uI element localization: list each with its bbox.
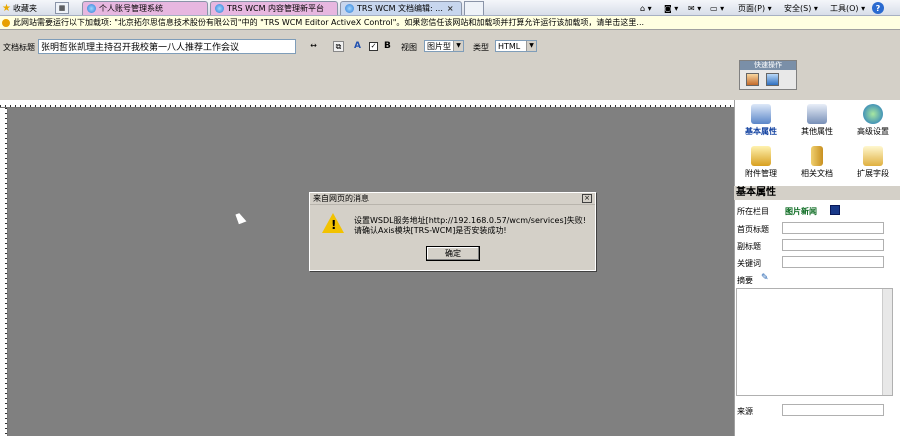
editor-canvas[interactable] — [8, 108, 734, 436]
abstract-textarea[interactable] — [736, 288, 893, 396]
group-title: 快速操作 — [740, 61, 796, 70]
chevron-down-icon: ▼ — [526, 41, 536, 51]
dialog-message: 设置WSDL服务地址[http://192.168.0.57/wcm/servi… — [354, 216, 586, 235]
abstract-scrollbar[interactable] — [882, 289, 892, 395]
type-select-value: HTML — [498, 41, 521, 51]
star-icon: ★ — [2, 2, 11, 14]
column-label: 所在栏目 — [737, 207, 769, 216]
quick-tabs-icon[interactable]: ▦ — [55, 2, 69, 14]
display-select-value: 图片型 — [427, 41, 451, 51]
tools-menu[interactable]: 工具(O) ▾ — [830, 2, 865, 14]
tab-label: 个人账号管理系统 — [99, 4, 163, 13]
feeds-icon[interactable]: ◙ ▾ — [664, 2, 678, 14]
warning-exclamation: ! — [331, 218, 337, 232]
tab-wcm-platform[interactable]: TRS WCM 内容管理新平台 — [210, 1, 338, 15]
tab-label: TRS WCM 内容管理新平台 — [227, 4, 325, 13]
doc-title-label: 文档标题 — [3, 43, 35, 52]
computer-icon — [807, 104, 827, 124]
attachments-tab[interactable]: 附件管理 — [735, 146, 787, 186]
globe-icon — [863, 104, 883, 124]
doc-title-input[interactable] — [38, 39, 296, 54]
book-icon — [811, 146, 823, 166]
column-value[interactable]: 图片新闻 — [785, 206, 817, 217]
monitor-icon — [751, 104, 771, 124]
other-properties-tab[interactable]: 其他属性 — [791, 104, 843, 144]
type-select[interactable]: HTML ▼ — [495, 40, 537, 52]
ie-icon — [345, 4, 354, 13]
subtitle-input[interactable] — [782, 239, 884, 251]
source-label: 来源 — [737, 407, 753, 416]
source-input[interactable] — [782, 404, 884, 416]
print-icon[interactable]: ▭ ▾ — [710, 2, 724, 14]
browser-tabbar: ★ 收藏夹 ▦ 个人账号管理系统 TRS WCM 内容管理新平台 TRS WCM… — [0, 0, 900, 16]
headline-label: 首页标题 — [737, 225, 769, 234]
page-menu[interactable]: 页面(P) ▾ — [738, 2, 772, 14]
format-icon[interactable]: ⧉ — [333, 41, 344, 52]
keywords-label: 关键词 — [737, 259, 761, 268]
abstract-label: 摘要 — [737, 276, 753, 285]
tab-account-system[interactable]: 个人账号管理系统 — [82, 1, 208, 15]
infobar-message: 此网站需要运行以下加载项: "北京拓尔思信息技术股份有限公司"中的 "TRS W… — [13, 18, 645, 27]
dialog-close-icon[interactable]: × — [582, 194, 592, 203]
ie-icon — [87, 4, 96, 13]
section-title: 基本属性 — [734, 186, 900, 200]
alert-dialog: 来自网页的消息 × ! 设置WSDL服务地址[http://192.168.0.… — [309, 192, 596, 271]
favorites-label: 收藏夹 — [12, 3, 37, 13]
advanced-settings-tab[interactable]: 高级设置 — [847, 104, 899, 144]
mail-icon[interactable]: ✉ ▾ — [688, 2, 701, 14]
display-select[interactable]: 图片型 ▼ — [424, 40, 464, 52]
tab-doc-editor[interactable]: TRS WCM 文档编辑: ... × — [340, 1, 462, 15]
subtitle-label: 副标题 — [737, 242, 761, 251]
ok-button[interactable]: 确定 — [426, 246, 480, 261]
horizontal-ruler — [0, 100, 734, 108]
attribute-icon[interactable]: A — [354, 41, 361, 51]
edit-icon[interactable]: ✎ — [761, 273, 769, 283]
favorites-button[interactable]: ★ 收藏夹 — [2, 2, 37, 14]
vertical-ruler — [0, 108, 8, 436]
safety-menu[interactable]: 安全(S) ▾ — [784, 2, 818, 14]
attribute-checkbox[interactable]: ✓ — [369, 42, 378, 51]
shield-warning-icon — [2, 18, 10, 27]
save-icon[interactable] — [746, 73, 759, 86]
save-icon[interactable] — [830, 205, 840, 215]
related-docs-tab[interactable]: 相关文档 — [791, 146, 843, 186]
help-icon[interactable]: ? — [872, 2, 884, 14]
display-label: 视图 — [401, 43, 417, 52]
home-icon[interactable]: ⌂ ▾ — [640, 2, 652, 14]
quick-operations-group: 快速操作 — [739, 60, 797, 90]
paperclip-folder-icon — [751, 146, 771, 166]
preview-icon[interactable] — [766, 73, 779, 86]
bold-checkbox-label[interactable]: B — [384, 41, 391, 51]
pencil-note-icon — [863, 146, 883, 166]
extended-fields-tab[interactable]: 扩展字段 — [847, 146, 899, 186]
information-bar[interactable]: 此网站需要运行以下加载项: "北京拓尔思信息技术股份有限公司"中的 "TRS W… — [0, 16, 900, 30]
type-label: 类型 — [473, 43, 489, 52]
chevron-down-icon: ▼ — [453, 41, 463, 51]
ie-icon — [215, 4, 224, 13]
tab-label: TRS WCM 文档编辑: ... — [357, 4, 443, 13]
swap-icon[interactable]: ↔ — [308, 41, 319, 52]
dialog-title: 来自网页的消息 — [313, 194, 369, 203]
basic-properties-tab[interactable]: 基本属性 — [735, 104, 787, 144]
new-tab-button[interactable] — [464, 1, 484, 15]
tab-close-icon[interactable]: × — [447, 4, 454, 13]
headline-input[interactable] — [782, 222, 884, 234]
keywords-input[interactable] — [782, 256, 884, 268]
dialog-titlebar: 来自网页的消息 × — [310, 193, 595, 205]
